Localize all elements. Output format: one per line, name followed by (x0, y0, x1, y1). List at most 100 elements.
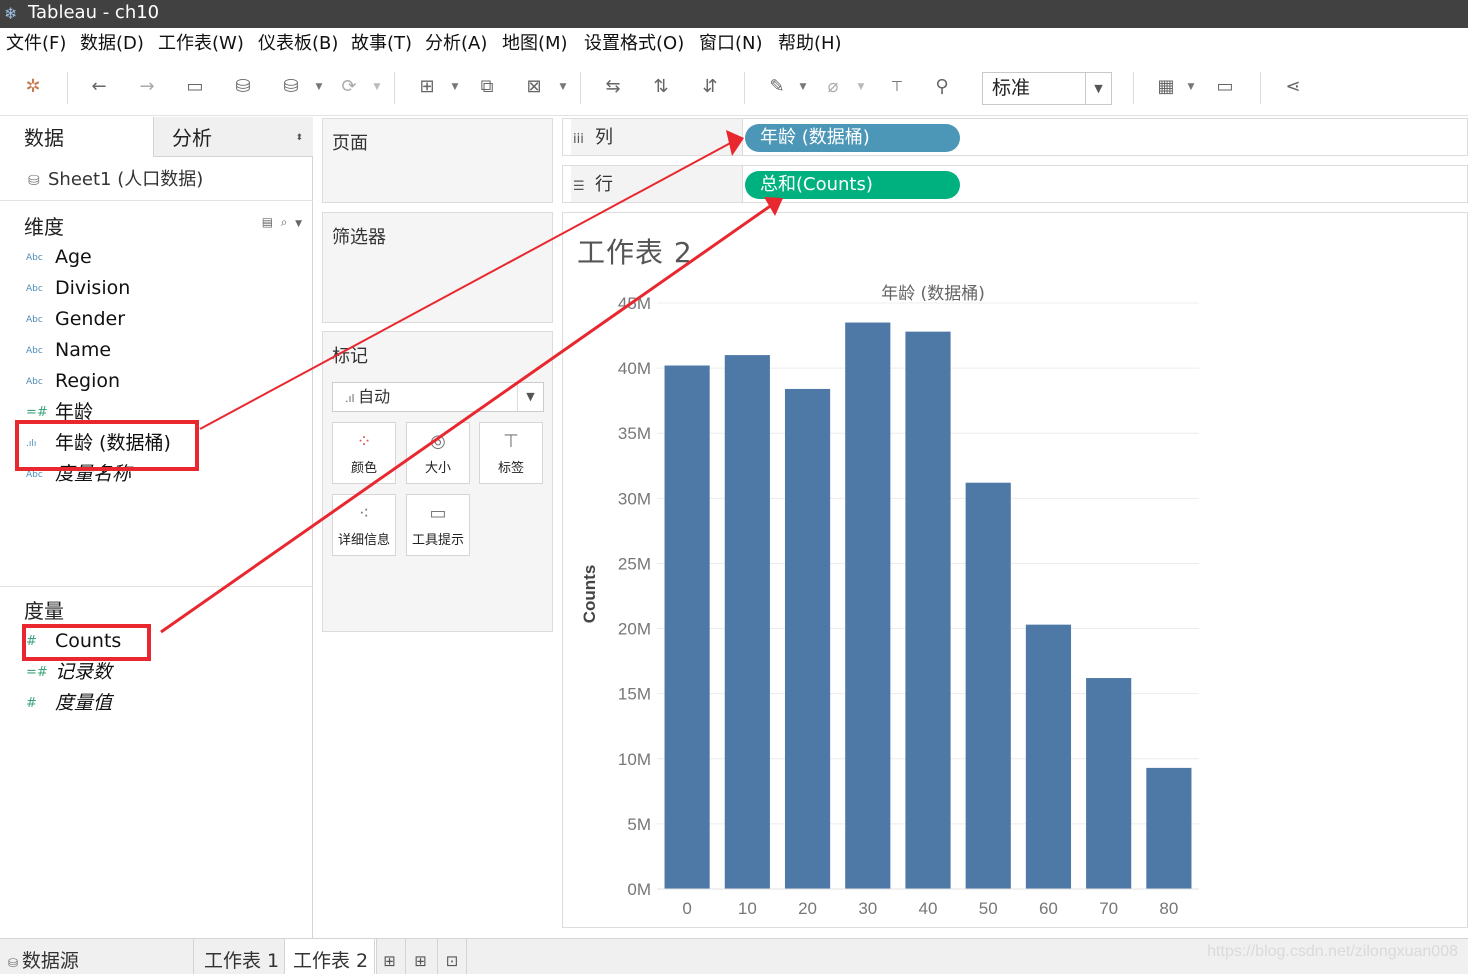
chevron-down-icon[interactable]: ▼ (1085, 73, 1111, 104)
highlight-icon[interactable]: ✎ (764, 74, 790, 100)
columns-pill-age-bins[interactable]: 年龄 (数据桶) (745, 124, 960, 152)
highlight-box-age-bins (15, 420, 199, 471)
menu-format[interactable]: 设置格式(O) (584, 28, 684, 60)
chevron-down-icon[interactable]: ▼ (450, 74, 460, 100)
field-label: Division (55, 277, 131, 299)
pages-card[interactable]: 页面 (322, 118, 553, 203)
mark-type-select[interactable]: .ıl 自动 ▼ (332, 382, 544, 412)
chevron-down-icon[interactable]: ▼ (856, 74, 866, 100)
toolbar-separator (580, 72, 581, 104)
view-list-icon[interactable]: ▤ (262, 215, 273, 229)
fit-select[interactable]: 标准 ▼ (982, 72, 1112, 105)
color-label: 颜色 (350, 461, 377, 476)
menu-window[interactable]: 窗口(N) (699, 28, 763, 60)
tableau-home-icon[interactable]: ✲ (20, 74, 46, 100)
group-members-icon[interactable]: ⌀ (820, 74, 846, 100)
database-icon: ⛁ (28, 173, 40, 189)
datasource-name: Sheet1 (人口数据) (48, 169, 204, 190)
menu-help[interactable]: 帮助(H) (778, 28, 842, 60)
y-tick-label: 10M (618, 750, 651, 769)
tab-data[interactable]: 数据 (0, 117, 153, 157)
redo-icon[interactable]: → (134, 74, 160, 100)
x-tick-label: 70 (1099, 899, 1118, 918)
field-age[interactable]: Abc Age (26, 243, 92, 271)
detail-button[interactable]: ⁖ 详细信息 (332, 494, 396, 556)
menu-data[interactable]: 数据(D) (80, 28, 144, 60)
chevron-down-icon[interactable]: ▼ (1186, 74, 1196, 100)
y-tick-label: 35M (618, 424, 651, 443)
chevron-down-icon[interactable]: ▼ (798, 74, 808, 100)
chevron-down-icon[interactable]: ▼ (558, 74, 568, 100)
presentation-mode-icon[interactable]: ▭ (1212, 74, 1238, 100)
pause-updates-icon[interactable]: ⛁ (278, 74, 304, 100)
swap-rows-columns-icon[interactable]: ⇆ (600, 74, 626, 100)
detail-label: 详细信息 (337, 533, 390, 548)
sort-descending-icon[interactable]: ⇵ (697, 74, 723, 100)
show-me-icon[interactable]: ▦ (1153, 74, 1179, 100)
rows-pill-sum-counts[interactable]: 总和(Counts) (745, 171, 960, 199)
field-gender[interactable]: Abc Gender (26, 305, 125, 333)
filters-card[interactable]: 筛选器 (322, 212, 553, 323)
search-icon[interactable]: ⌕ (281, 215, 288, 229)
rows-shelf[interactable]: ☰ 行 总和(Counts) (562, 165, 1468, 203)
tab-sheet-2[interactable]: 工作表 2 (284, 939, 378, 974)
share-icon[interactable]: ⋖ (1280, 74, 1306, 100)
color-button[interactable]: ⁘ 颜色 (332, 422, 396, 484)
menu-worksheet[interactable]: 工作表(W) (158, 28, 244, 60)
number-type-icon: # (26, 695, 37, 711)
calculated-number-icon: =# (26, 664, 48, 680)
menu-file[interactable]: 文件(F) (6, 28, 66, 60)
y-axis-label: Counts (580, 565, 599, 624)
tab-datasource[interactable]: ⛁ 数据源 (8, 939, 79, 974)
new-datasource-icon[interactable]: ⛁ (230, 74, 256, 100)
menu-map[interactable]: 地图(M) (502, 28, 568, 60)
menu-dashboard[interactable]: 仪表板(B) (258, 28, 338, 60)
save-icon[interactable]: ▭ (182, 74, 208, 100)
chevron-down-icon[interactable]: ▼ (295, 219, 302, 229)
marks-title: 标记 (332, 346, 368, 367)
new-story-icon[interactable]: ⊡ (437, 939, 467, 974)
menu-analysis[interactable]: 分析(A) (425, 28, 487, 60)
rows-label: 行 (595, 174, 613, 195)
field-record-count[interactable]: =# 记录数 (26, 658, 112, 686)
show-mark-labels-icon[interactable]: ⊤ (884, 74, 910, 100)
chevron-down-icon[interactable]: ▼ (372, 74, 382, 100)
undo-icon[interactable]: ← (86, 74, 112, 100)
tab-sheet-1[interactable]: 工作表 1 (193, 939, 289, 974)
duplicate-sheet-icon[interactable]: ⧉ (474, 74, 500, 100)
measures-title: 度量 (24, 599, 64, 623)
chevron-down-icon[interactable]: ▼ (517, 383, 543, 411)
pin-axes-icon[interactable]: ⚲ (929, 74, 955, 100)
x-tick-label: 30 (858, 899, 877, 918)
x-tick-label: 20 (798, 899, 817, 918)
size-button[interactable]: ◎ 大小 (406, 422, 470, 484)
clear-sheet-icon[interactable]: ⊠ (521, 74, 547, 100)
marks-card: 标记 .ıl 自动 ▼ ⁘ 颜色 ◎ 大小 ⊤ 标签 ⁖ 详细信息 ▭ 工具提示 (322, 331, 553, 632)
field-division[interactable]: Abc Division (26, 274, 130, 302)
label-button[interactable]: ⊤ 标签 (479, 422, 543, 484)
tooltip-button[interactable]: ▭ 工具提示 (406, 494, 470, 556)
highlight-box-counts (22, 624, 151, 661)
size-icon: ◎ (430, 431, 446, 452)
sort-ascending-icon[interactable]: ⇅ (648, 74, 674, 100)
menu-story[interactable]: 故事(T) (351, 28, 412, 60)
bar (1086, 678, 1132, 889)
refresh-icon[interactable]: ⟳ (336, 74, 362, 100)
new-worksheet-icon[interactable]: ⊞ (414, 74, 440, 100)
tab-analysis[interactable]: 分析 ⬍ (153, 117, 313, 157)
bar (1025, 624, 1072, 889)
chevron-updown-icon[interactable]: ⬍ (295, 117, 303, 159)
field-name[interactable]: Abc Name (26, 336, 111, 364)
chevron-down-icon[interactable]: ▼ (314, 74, 324, 100)
columns-shelf[interactable]: iii 列 年龄 (数据桶) (562, 118, 1468, 156)
string-type-icon: Abc (26, 376, 43, 387)
bar (1146, 767, 1192, 889)
new-dashboard-icon[interactable]: ⊞ (405, 939, 435, 974)
x-tick-label: 50 (979, 899, 998, 918)
field-measure-values[interactable]: # 度量值 (26, 689, 112, 717)
datasource-item[interactable]: ⛁ Sheet1 (人口数据) (28, 165, 203, 191)
field-region[interactable]: Abc Region (26, 367, 120, 395)
new-worksheet-icon[interactable]: ⊞ (374, 939, 404, 974)
field-label: Name (55, 339, 112, 361)
string-type-icon: Abc (26, 314, 43, 325)
